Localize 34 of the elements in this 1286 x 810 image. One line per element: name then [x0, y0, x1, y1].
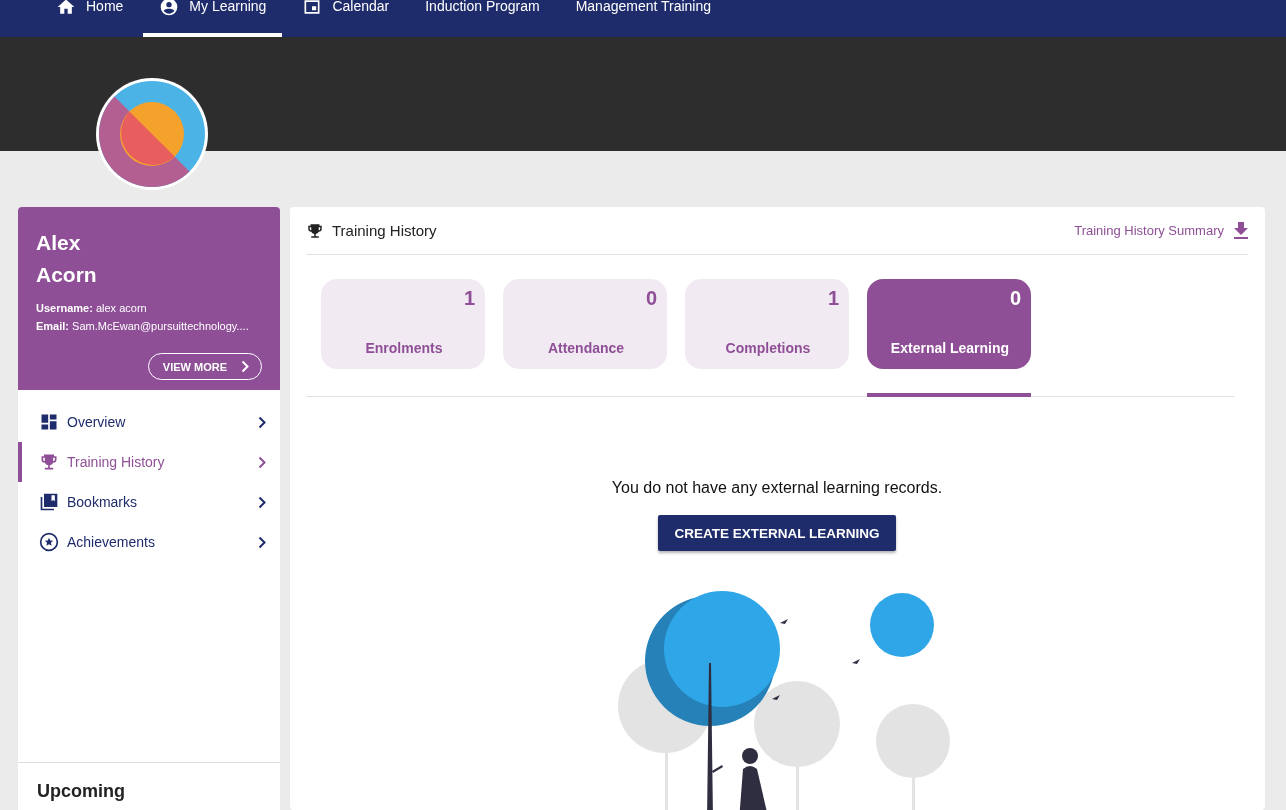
stat-tab[interactable]: 0 Attendance	[503, 279, 667, 369]
user-first-name: Alex	[36, 230, 82, 256]
summary-link[interactable]: Training History Summary	[1074, 222, 1248, 239]
create-button[interactable]: CREATE EXTERNAL LEARNING	[658, 515, 896, 551]
nav-tab[interactable]: Calendar	[286, 0, 406, 37]
sidebar-menu-item[interactable]: Overview	[18, 402, 280, 442]
username-text: Username: alex acorn	[36, 301, 147, 316]
panel-title: Training History	[332, 222, 438, 239]
stat-tab[interactable]: 1 Completions	[685, 279, 849, 369]
chevron-icon	[241, 360, 249, 373]
section-title: Upcoming	[18, 762, 280, 810]
chevron-icon	[258, 535, 266, 549]
nav-tab[interactable]: Induction Program	[409, 0, 556, 37]
calendar-icon	[302, 0, 323, 17]
user-last-name: Acorn	[36, 262, 98, 288]
empty-message: You do not have any external learning records.	[611, 479, 943, 497]
stat-tab[interactable]: 0 External Learning	[867, 279, 1031, 369]
bookmark-icon	[39, 492, 59, 512]
trophy-icon	[306, 221, 324, 240]
email-text: Email: Sam.McEwan@pursuittechnology....	[36, 319, 249, 334]
chevron-icon	[258, 455, 266, 469]
stat-tab[interactable]: 1 Enrolments	[321, 279, 485, 369]
sidebar-menu-item[interactable]: Bookmarks	[18, 482, 280, 522]
home-icon	[56, 0, 76, 17]
sidebar-menu-item[interactable]: Training History	[18, 442, 280, 482]
nav-tab[interactable]: Home	[40, 0, 140, 37]
nav-tab[interactable]: Management Training	[559, 0, 728, 37]
account-icon	[159, 0, 180, 17]
trophy-icon	[39, 452, 59, 472]
chevron-icon	[258, 415, 266, 429]
chevron-icon	[258, 495, 266, 509]
sidebar-menu-item[interactable]: Achievements	[18, 522, 280, 562]
download-icon	[1234, 222, 1248, 239]
dashboard-icon	[39, 412, 59, 432]
